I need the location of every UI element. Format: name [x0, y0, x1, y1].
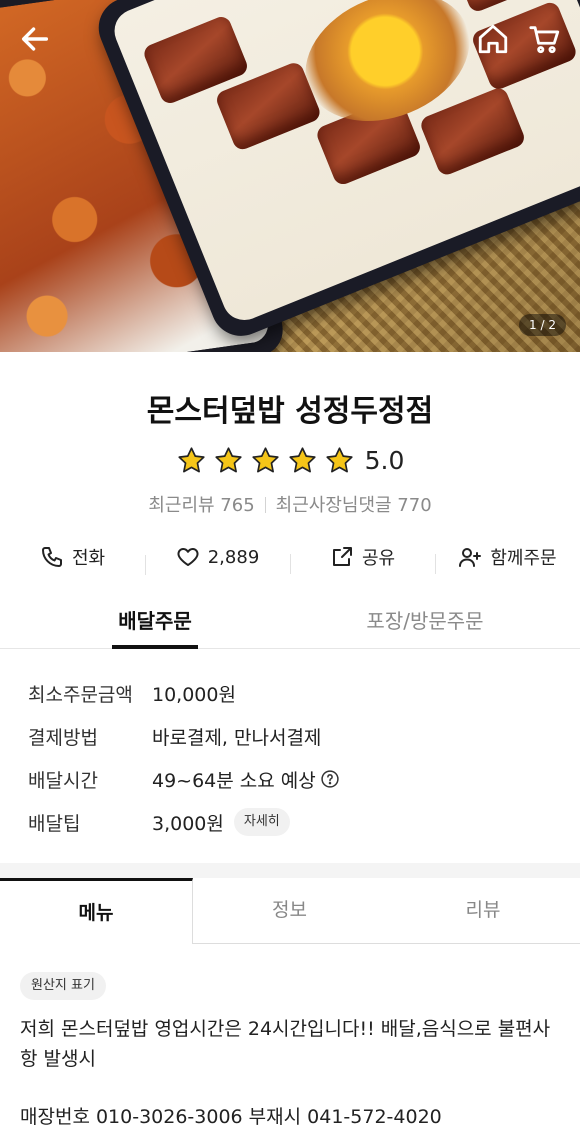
payment-label: 결제방법 — [28, 726, 98, 749]
payment-row: 결제방법 바로결제, 만나서결제 — [28, 719, 321, 753]
min-order-row: 최소주문금액 10,000원 — [28, 676, 236, 710]
tab-delivery-order[interactable]: 배달주문 — [112, 597, 198, 649]
store-actions: 전화 2,889 공유 함께주문 — [0, 537, 580, 577]
store-name: 몬스터덮밥 성정두정점 — [146, 394, 434, 429]
section-divider — [0, 863, 580, 879]
group-order-button[interactable]: 함께주문 — [435, 544, 580, 574]
store-notice: 저희 몬스터덮밥 영업시간은 24시간입니다!! 배달,음식으로 불편사항 발생… — [20, 1018, 551, 1070]
tab-info[interactable]: 정보 — [193, 878, 386, 944]
payment-value: 바로결제, 만나서결제 — [152, 726, 322, 749]
tab-menu[interactable]: 메뉴 — [0, 878, 193, 944]
call-button[interactable]: 전화 — [0, 544, 145, 570]
tab-pickup-order[interactable]: 포장/방문주문 — [340, 597, 510, 649]
min-order-value: 10,000원 — [152, 683, 236, 706]
recent-reviews-link[interactable]: 최근리뷰 765 — [148, 495, 254, 516]
delivery-tip-label: 배달팁 — [28, 812, 81, 835]
hero-image[interactable]: 1 / 2 — [0, 0, 580, 352]
star-icon — [177, 446, 205, 472]
store-rating: 5.0 — [0, 440, 580, 480]
arrow-left-icon — [21, 27, 49, 51]
share-label: 공유 — [361, 548, 396, 569]
home-button[interactable] — [476, 22, 510, 56]
image-page-counter: 1 / 2 — [519, 314, 566, 336]
group-order-icon — [459, 548, 482, 567]
group-order-label: 함께주문 — [490, 548, 557, 569]
delivery-tip-value: 3,000원 — [152, 812, 224, 835]
tab-review[interactable]: 리뷰 — [386, 878, 580, 944]
question-circle-icon[interactable] — [320, 769, 340, 789]
cart-icon — [529, 26, 560, 54]
favorite-count: 2,889 — [207, 546, 260, 568]
recent-owner-replies-link[interactable]: 최근사장님댓글 770 — [276, 495, 432, 516]
call-label: 전화 — [71, 548, 106, 569]
star-icon — [214, 446, 242, 472]
origin-label-chip[interactable]: 원산지 표기 — [20, 972, 106, 1000]
content-tabs: 메뉴 정보 리뷰 — [0, 878, 580, 944]
delivery-time-label: 배달시간 — [28, 769, 98, 792]
star-icon — [251, 446, 279, 472]
favorite-button[interactable]: 2,889 — [145, 545, 290, 575]
min-order-label: 최소주문금액 — [28, 683, 133, 706]
star-icon — [288, 446, 316, 472]
delivery-time-row: 배달시간 49~64분 소요 예상 — [28, 762, 340, 796]
phone-icon — [41, 547, 62, 567]
star-icon — [325, 446, 353, 472]
rating-value: 5.0 — [364, 445, 405, 475]
order-type-tabs: 배달주문 포장/방문주문 — [0, 597, 580, 649]
store-phone-numbers: 매장번호 010-3026-3006 부재시 041-572-4020 — [20, 1106, 442, 1128]
share-icon — [332, 547, 352, 566]
delivery-time-value: 49~64분 소요 예상 — [152, 769, 316, 792]
heart-icon — [177, 548, 199, 566]
delivery-info: 최소주문금액 10,000원 결제방법 바로결제, 만나서결제 배달시간 49~… — [0, 650, 580, 864]
delivery-tip-row: 배달팁 3,000원 자세히 — [28, 805, 290, 839]
cart-button[interactable] — [528, 22, 562, 56]
back-button[interactable] — [18, 22, 52, 56]
home-icon — [478, 24, 508, 54]
review-counts: 최근리뷰 765 최근사장님댓글 770 — [0, 491, 580, 517]
share-button[interactable]: 공유 — [290, 544, 435, 574]
delivery-tip-detail-button[interactable]: 자세히 — [233, 808, 290, 836]
